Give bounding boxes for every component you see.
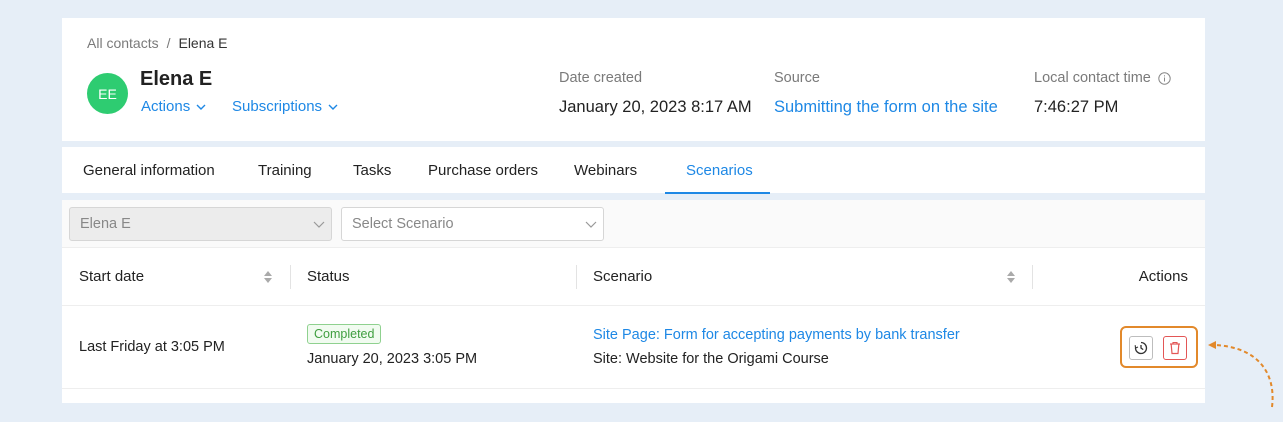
contact-select[interactable]: Elena E: [69, 207, 332, 241]
date-created-value: January 20, 2023 8:17 AM: [559, 98, 752, 116]
status-badge: Completed: [307, 324, 382, 344]
table-row: Last Friday at 3:05 PM Completed January…: [62, 306, 1205, 389]
tab-scenarios[interactable]: Scenarios: [686, 147, 753, 193]
date-created-label: Date created: [559, 70, 643, 86]
local-time-label-group: Local contact time: [1034, 70, 1171, 86]
scenario-link[interactable]: Site Page: Form for accepting payments b…: [593, 327, 960, 343]
chevron-down-icon: [196, 104, 206, 110]
column-start-date[interactable]: Start date: [79, 248, 144, 306]
scenario-select-placeholder: Select Scenario: [352, 216, 454, 232]
subscriptions-dropdown[interactable]: Subscriptions: [232, 98, 338, 115]
avatar: EE: [87, 73, 128, 114]
breadcrumb-current: Elena E: [178, 35, 228, 51]
local-time-value: 7:46:27 PM: [1034, 98, 1119, 116]
row-status-date: January 20, 2023 3:05 PM: [307, 351, 478, 367]
scenario-site: Site: Website for the Origami Course: [593, 351, 829, 367]
history-icon: [1134, 341, 1148, 355]
tab-training[interactable]: Training: [258, 147, 312, 193]
tab-tasks[interactable]: Tasks: [353, 147, 391, 193]
source-label: Source: [774, 70, 820, 86]
tab-purchase-orders[interactable]: Purchase orders: [428, 147, 538, 193]
dashed-arrow-icon: [1208, 341, 1274, 408]
column-scenario[interactable]: Scenario: [593, 248, 652, 306]
source-link[interactable]: Submitting the form on the site: [774, 98, 998, 117]
scenarios-panel: Elena E Select Scenario Start date Statu…: [62, 200, 1205, 403]
delete-button[interactable]: [1163, 336, 1187, 360]
sort-icon[interactable]: [1006, 269, 1016, 285]
actions-dropdown[interactable]: Actions: [141, 98, 206, 115]
tab-webinars[interactable]: Webinars: [574, 147, 637, 193]
breadcrumb: All contacts / Elena E: [87, 35, 228, 51]
column-actions: Actions: [1138, 268, 1188, 285]
contact-name: Elena E: [140, 68, 213, 90]
history-button[interactable]: [1129, 336, 1153, 360]
column-status: Status: [307, 268, 350, 285]
breadcrumb-separator: /: [166, 35, 171, 51]
tab-general-information[interactable]: General information: [83, 147, 215, 193]
breadcrumb-all-contacts[interactable]: All contacts: [87, 35, 159, 51]
row-actions-highlight: [1120, 326, 1198, 368]
subscriptions-label: Subscriptions: [232, 98, 323, 115]
chevron-down-icon: [328, 104, 338, 110]
row-start-date: Last Friday at 3:05 PM: [79, 339, 225, 355]
chevron-down-icon: [313, 221, 325, 228]
info-icon[interactable]: [1158, 71, 1171, 85]
chevron-down-icon: [585, 221, 597, 228]
active-tab-indicator: [665, 192, 770, 194]
column-divider: [576, 265, 577, 289]
trash-icon: [1170, 341, 1180, 355]
actions-label: Actions: [141, 98, 191, 115]
filter-bar: Elena E Select Scenario: [62, 200, 1205, 248]
column-divider: [1032, 265, 1033, 289]
scenario-select[interactable]: Select Scenario: [341, 207, 604, 241]
column-divider: [290, 265, 291, 289]
local-time-label: Local contact time: [1034, 70, 1151, 86]
contact-select-value: Elena E: [80, 216, 131, 232]
tabs-bar: General information Training Tasks Purch…: [62, 147, 1205, 194]
contact-header-card: All contacts / Elena E EE Elena E Actions …: [62, 18, 1205, 141]
table-header: Start date Status Scenario Actions: [62, 248, 1205, 306]
sort-icon[interactable]: [263, 269, 273, 285]
